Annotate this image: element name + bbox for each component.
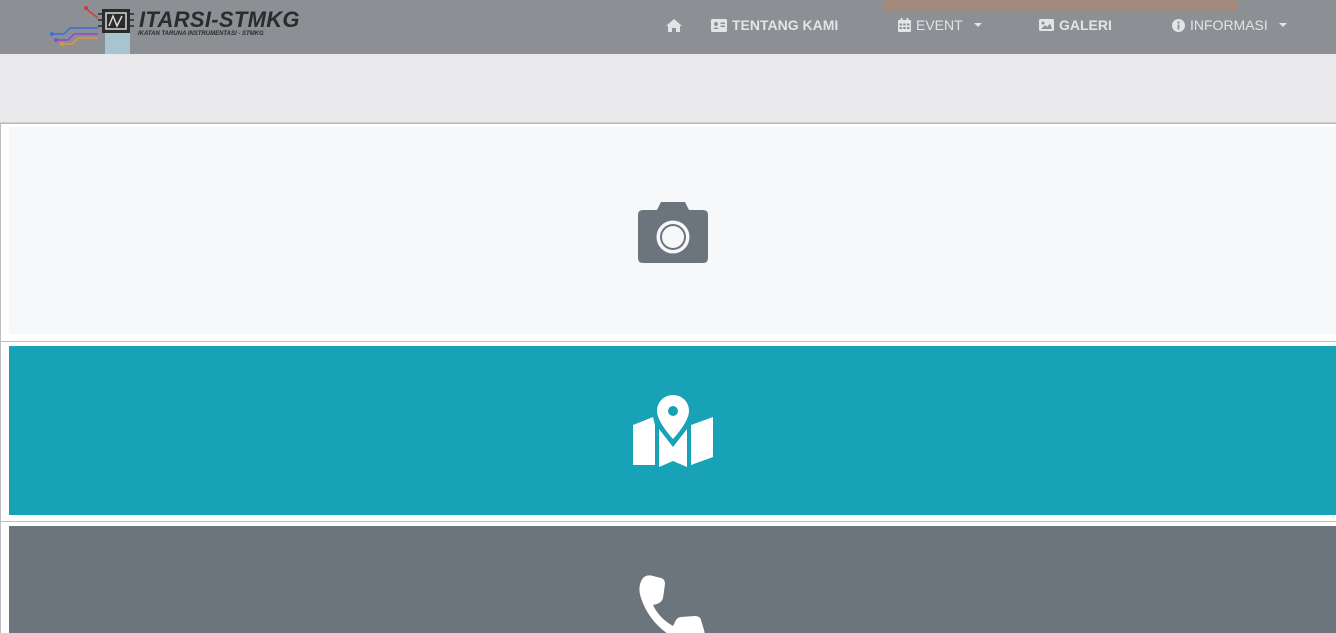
nav-informasi[interactable]: INFORMASI [1172, 16, 1287, 34]
brand-logo-link[interactable]: ITARSI-STMKG IKATAN TARUNA INSTRUMENTASI… [50, 4, 330, 50]
nav-tentang-kami-label: TENTANG KAMI [732, 17, 839, 33]
id-card-icon [711, 18, 727, 32]
chevron-down-icon [973, 23, 982, 27]
navbar: ITARSI-STMKG IKATAN TARUNA INSTRUMENTASI… [0, 0, 1336, 56]
chip-logo-icon [98, 9, 134, 33]
home-icon [666, 18, 682, 32]
location-card-frame [0, 341, 1336, 521]
map-marked-icon [632, 394, 713, 467]
nav-event-label: EVENT [916, 17, 963, 33]
contact-card-frame [0, 521, 1336, 633]
calendar-icon [898, 18, 911, 32]
photo-card[interactable] [9, 127, 1336, 334]
image-icon [1039, 19, 1054, 31]
nav-home[interactable] [665, 16, 683, 34]
brand-title: ITARSI-STMKG [139, 7, 300, 32]
page: ITARSI-STMKG IKATAN TARUNA INSTRUMENTASI… [0, 0, 1336, 633]
contact-card[interactable] [9, 526, 1336, 633]
nav-galeri[interactable]: GALERI [1039, 16, 1112, 34]
promo-stripe [884, 0, 1238, 11]
brand-subtitle: IKATAN TARUNA INSTRUMENTASI - STMKG [138, 31, 264, 37]
nav-informasi-label: INFORMASI [1190, 17, 1268, 33]
info-circle-icon [1172, 18, 1185, 32]
photo-card-frame [0, 123, 1336, 343]
nav-tentang-kami[interactable]: TENTANG KAMI [711, 16, 838, 34]
phone-icon [638, 575, 705, 633]
location-card[interactable] [9, 346, 1336, 515]
header-band [0, 54, 1336, 123]
camera-icon [637, 201, 708, 263]
nav-galeri-label: GALERI [1059, 17, 1112, 33]
nav-event[interactable]: EVENT [898, 16, 982, 34]
chevron-down-icon [1278, 23, 1287, 27]
